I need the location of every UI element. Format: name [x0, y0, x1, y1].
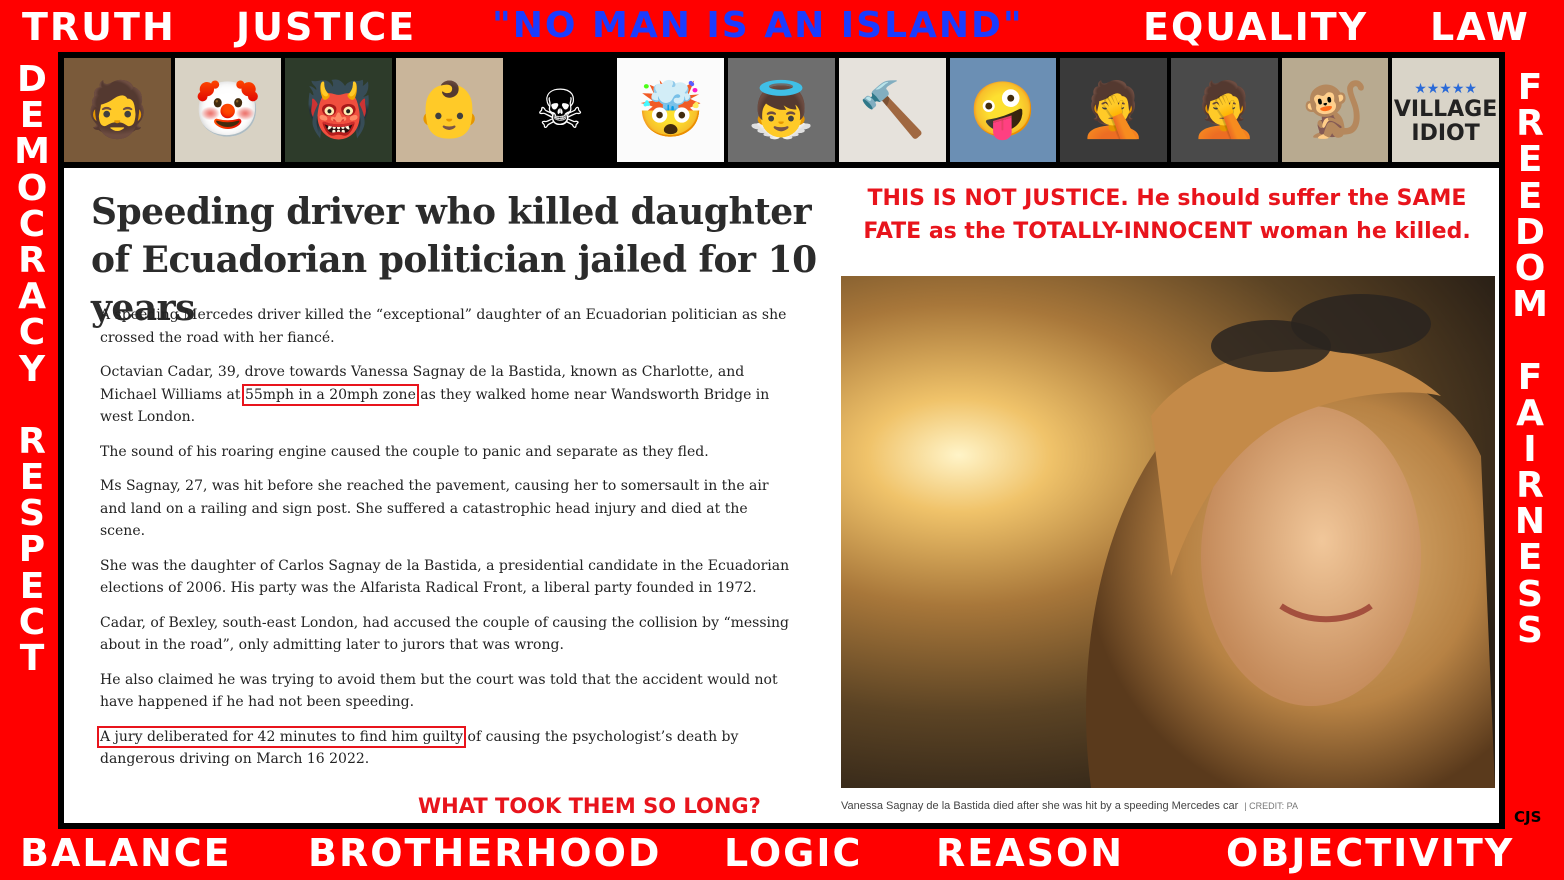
highlight-jury: A jury deliberated for 42 minutes to fin…	[96, 725, 467, 748]
frame-letter: N	[1514, 501, 1546, 543]
frame-letter: S	[19, 493, 45, 535]
village-idiot-sign-text: ★★★★★ VILLAGE IDIOT	[1393, 81, 1498, 146]
man-with-pipe-icon: 🧔	[64, 58, 171, 162]
frame-letter: R	[1516, 103, 1544, 145]
frame-letter: C	[18, 601, 46, 643]
frame-letter: E	[1517, 139, 1543, 181]
frame-letter: E	[19, 95, 45, 137]
frame-letter: E	[1517, 175, 1543, 217]
frame-word-balance: BALANCE	[20, 831, 232, 875]
frame-letter: R	[18, 420, 46, 462]
clown-mask-icon: 🤡	[174, 58, 282, 162]
frame-letter: A	[18, 276, 46, 318]
frame-letter: M	[14, 131, 50, 173]
frame-right-vertical-text: F R E E D O M F A I R N E S S	[1512, 67, 1548, 651]
frame-word-justice: JUSTICE	[236, 5, 417, 49]
article-body: A speeding Mercedes driver killed the “e…	[96, 304, 790, 783]
frame-letter: R	[18, 239, 46, 281]
skull-crossbones-icon: ☠	[506, 58, 614, 162]
weeping-angel-icon: 👼	[728, 58, 835, 162]
village-idiot-sign-icon: ★★★★★ VILLAGE IDIOT	[1392, 58, 1499, 162]
frame-letter: R	[1516, 465, 1544, 507]
frame-letter: F	[1517, 356, 1543, 398]
caricature-hammer-icon: 🔨	[838, 58, 946, 162]
portrait-illustration	[1086, 294, 1495, 788]
article-page: Speeding driver who killed daughter of E…	[64, 168, 1499, 823]
frame-letter: I	[1523, 428, 1537, 470]
frame-letter: E	[1517, 537, 1543, 579]
frame-letter: C	[18, 312, 46, 354]
frame-letter: F	[1517, 67, 1543, 108]
frame-word-no-man-is-an-island: "NO MAN IS AN ISLAND"	[492, 5, 1024, 46]
article-paragraph: The sound of his roaring engine caused t…	[100, 443, 709, 460]
article-paragraph: Ms Sagnay, 27, was hit before she reache…	[100, 478, 769, 539]
frame-letter: C	[18, 203, 46, 245]
frame-left-vertical-text: D E M O C R A C Y R E S P E C T	[14, 59, 50, 679]
monster-face-icon: 👹	[285, 58, 393, 162]
frame-letter: E	[19, 565, 45, 607]
article-paragraph: Octavian Cadar, 39, drove towards Vaness…	[100, 364, 770, 425]
frame-word-reason: REASON	[936, 831, 1125, 875]
photo-credit: | CREDIT: PA	[1244, 801, 1298, 811]
frame-letter: O	[16, 167, 48, 209]
frame-letter: A	[1516, 392, 1544, 434]
frame-word-law: LAW	[1430, 5, 1530, 49]
frame-word-truth: TRUTH	[22, 5, 176, 49]
stars-icon: ★★★★★	[1414, 81, 1477, 98]
frame-letter: T	[19, 638, 45, 679]
frame-word-brotherhood: BROTHERHOOD	[308, 831, 662, 875]
frame-letter: S	[1517, 573, 1543, 615]
frame-letter: Y	[18, 348, 46, 390]
frame-letter: S	[1517, 609, 1543, 651]
image-strip: 🧔 🤡 👹 👶 ☠ 🤯 👼 🔨 🤪 🤦 🤦 🐒 ★★★★★ VILLAGE ID…	[64, 58, 1499, 162]
article-paragraph: A speeding Mercedes driver killed the “e…	[100, 307, 787, 346]
monkey-icon: 🐒	[1281, 58, 1389, 162]
caricature-face-icon: 🤪	[949, 58, 1057, 162]
frame-word-objectivity: OBJECTIVITY	[1226, 831, 1515, 875]
frame-letter: P	[18, 529, 46, 571]
photo-caption: Vanessa Sagnay de la Bastida died after …	[841, 800, 1298, 812]
article-photo	[841, 276, 1495, 788]
highlight-speed: 55mph in a 20mph zone	[241, 383, 419, 406]
frame-letter: O	[1514, 247, 1546, 289]
frame-word-logic: LOGIC	[724, 831, 863, 875]
inner-panel: 🧔 🤡 👹 👶 ☠ 🤯 👼 🔨 🤪 🤦 🤦 🐒 ★★★★★ VILLAGE ID…	[58, 52, 1505, 829]
signature: CJS	[1514, 808, 1542, 826]
facepalm-man-icon: 🤦	[1060, 58, 1167, 162]
article-paragraph: She was the daughter of Carlos Sagnay de…	[100, 557, 790, 597]
frame-word-equality: EQUALITY	[1143, 5, 1369, 49]
baby-facepalm-icon: 👶	[396, 58, 503, 162]
frame-letter: D	[1515, 211, 1545, 253]
frame-letter: D	[17, 59, 47, 100]
frame-letter: M	[1512, 284, 1548, 326]
article-paragraph: Cadar, of Bexley, south-east London, had…	[100, 614, 790, 654]
article-paragraph: A jury deliberated for 42 minutes to fin…	[96, 725, 739, 767]
facepalm-man-2-icon: 🤦	[1170, 58, 1278, 162]
annotation-what-took-so-long: WHAT TOOK THEM SO LONG?	[418, 794, 761, 818]
annotation-comment: THIS IS NOT JUSTICE. He should suffer th…	[863, 186, 1471, 244]
exploding-head-icon: 🤯	[617, 58, 725, 162]
article-paragraph: He also claimed he was trying to avoid t…	[100, 671, 778, 711]
frame-letter: E	[19, 457, 45, 499]
